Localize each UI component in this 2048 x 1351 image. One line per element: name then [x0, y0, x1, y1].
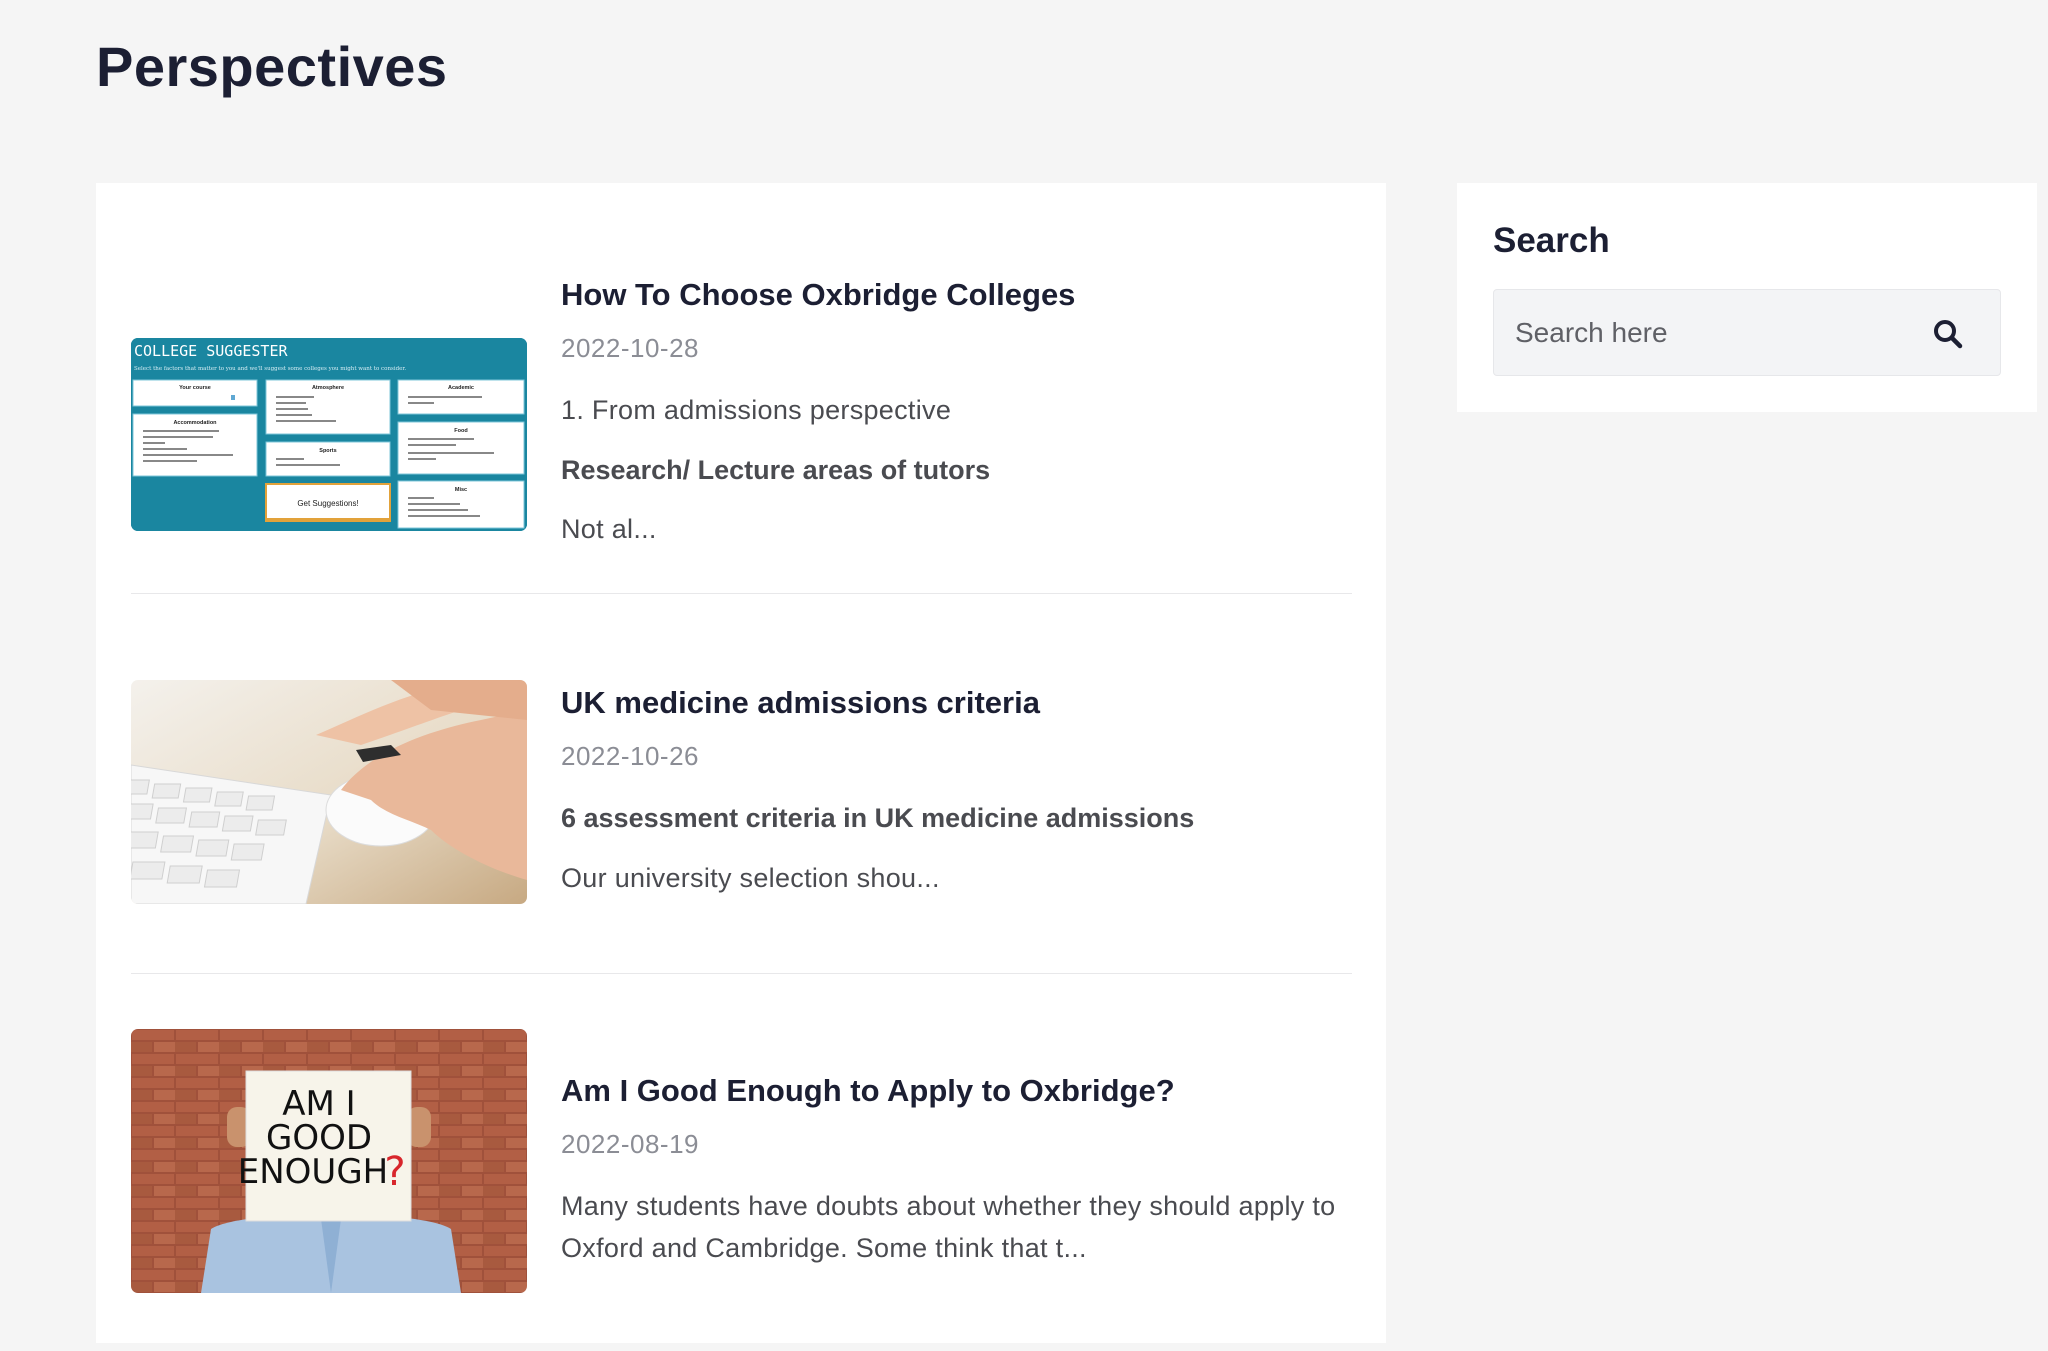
sign-line-3: ENOUGH [238, 1152, 388, 1192]
post-divider [131, 973, 1352, 974]
keyboard-mouse-image [131, 680, 527, 904]
search-widget: Search [1457, 183, 2037, 412]
post-body: How To Choose Oxbridge Colleges 2022-10-… [561, 275, 1351, 550]
search-widget-title: Search [1493, 221, 1610, 260]
post-date: 2022-10-28 [561, 333, 699, 363]
post-title-link[interactable]: How To Choose Oxbridge Colleges [561, 275, 1351, 315]
search-icon [1934, 320, 1963, 349]
thumb-subheading: Select the factors that matter to you an… [134, 366, 406, 372]
post-thumbnail-college-suggester[interactable]: COLLEGE SUGGESTER Select the factors tha… [131, 338, 527, 531]
post-excerpt-heading: 6 assessment criteria in UK medicine adm… [561, 803, 1195, 833]
post-date: 2022-10-26 [561, 741, 699, 771]
post-item: AM I GOOD ENOUGH ? Am I Good Enough to A… [131, 1029, 1352, 1351]
college-suggester-image: COLLEGE SUGGESTER Select the factors tha… [131, 338, 527, 531]
post-excerpt: Not al... [561, 514, 657, 544]
good-enough-sign-image: AM I GOOD ENOUGH ? [131, 1029, 527, 1293]
post-divider [131, 593, 1352, 594]
svg-text:Accommodation: Accommodation [173, 420, 217, 426]
svg-text:Your course: Your course [179, 385, 211, 391]
post-title-link[interactable]: UK medicine admissions criteria [561, 683, 1351, 723]
search-button[interactable] [1932, 318, 1964, 350]
post-title-link[interactable]: Am I Good Enough to Apply to Oxbridge? [561, 1071, 1351, 1111]
post-excerpt: Our university selection shou... [561, 863, 940, 893]
post-thumbnail-good-enough[interactable]: AM I GOOD ENOUGH ? [131, 1029, 527, 1293]
post-item: COLLEGE SUGGESTER Select the factors tha… [131, 275, 1352, 605]
thumb-heading: COLLEGE SUGGESTER [134, 342, 288, 360]
svg-text:Sports: Sports [319, 448, 336, 454]
post-thumbnail-keyboard[interactable] [131, 680, 527, 904]
svg-text:Academic: Academic [448, 385, 474, 391]
post-body: UK medicine admissions criteria 2022-10-… [561, 683, 1351, 899]
search-input[interactable] [1494, 290, 1914, 375]
page-title: Perspectives [96, 35, 448, 98]
posts-list: COLLEGE SUGGESTER Select the factors tha… [96, 183, 1386, 1343]
post-item: UK medicine admissions criteria 2022-10-… [131, 680, 1352, 983]
post-excerpt: Many students have doubts about whether … [561, 1191, 1336, 1263]
post-excerpt-line: 1. From admissions perspective [561, 395, 952, 425]
search-form [1493, 289, 2001, 376]
post-body: Am I Good Enough to Apply to Oxbridge? 2… [561, 1071, 1351, 1269]
svg-text:Get Suggestions!: Get Suggestions! [297, 499, 358, 508]
svg-text:Food: Food [454, 428, 467, 434]
sign-question-mark: ? [384, 1149, 405, 1195]
svg-text:Atmosphere: Atmosphere [312, 385, 344, 391]
svg-text:Misc: Misc [455, 487, 467, 493]
post-date: 2022-08-19 [561, 1129, 699, 1159]
post-excerpt-heading: Research/ Lecture areas of tutors [561, 455, 991, 485]
